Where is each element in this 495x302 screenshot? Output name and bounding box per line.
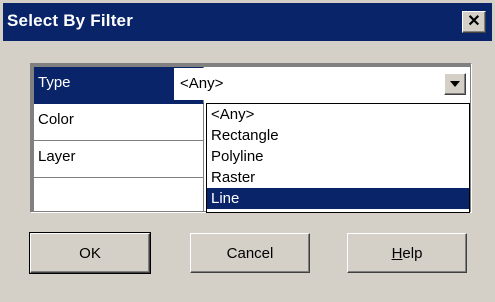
chevron-down-icon	[450, 81, 460, 87]
filter-row-color[interactable]: Color	[34, 104, 204, 141]
help-mnemonic: H	[391, 244, 403, 262]
cancel-button-label: Cancel	[226, 244, 274, 262]
filter-row-empty	[34, 178, 204, 211]
dropdown-option-any[interactable]: <Any>	[207, 104, 469, 125]
type-combo[interactable]: <Any>	[174, 68, 470, 100]
window-title: Select By Filter	[7, 11, 134, 30]
dropdown-option-raster[interactable]: Raster	[207, 167, 469, 188]
title-bar: Select By Filter ✕	[3, 3, 492, 41]
ok-button[interactable]: OK	[29, 232, 151, 274]
help-button[interactable]: Help	[347, 233, 467, 273]
ok-button-label: OK	[79, 244, 101, 262]
cancel-button[interactable]: Cancel	[190, 233, 310, 273]
combo-dropdown-button[interactable]	[444, 73, 466, 95]
help-button-label: Help	[392, 245, 423, 262]
close-icon: ✕	[467, 13, 481, 30]
help-label-rest: elp	[402, 244, 423, 262]
type-combo-value: <Any>	[180, 75, 224, 92]
dropdown-option-polyline[interactable]: Polyline	[207, 146, 469, 167]
dropdown-option-rectangle[interactable]: Rectangle	[207, 125, 469, 146]
dropdown-option-line[interactable]: Line	[207, 188, 469, 209]
filter-row-layer[interactable]: Layer	[34, 141, 204, 178]
close-button[interactable]: ✕	[462, 11, 486, 33]
type-dropdown-list[interactable]: <Any> Rectangle Polyline Raster Line	[206, 103, 470, 213]
